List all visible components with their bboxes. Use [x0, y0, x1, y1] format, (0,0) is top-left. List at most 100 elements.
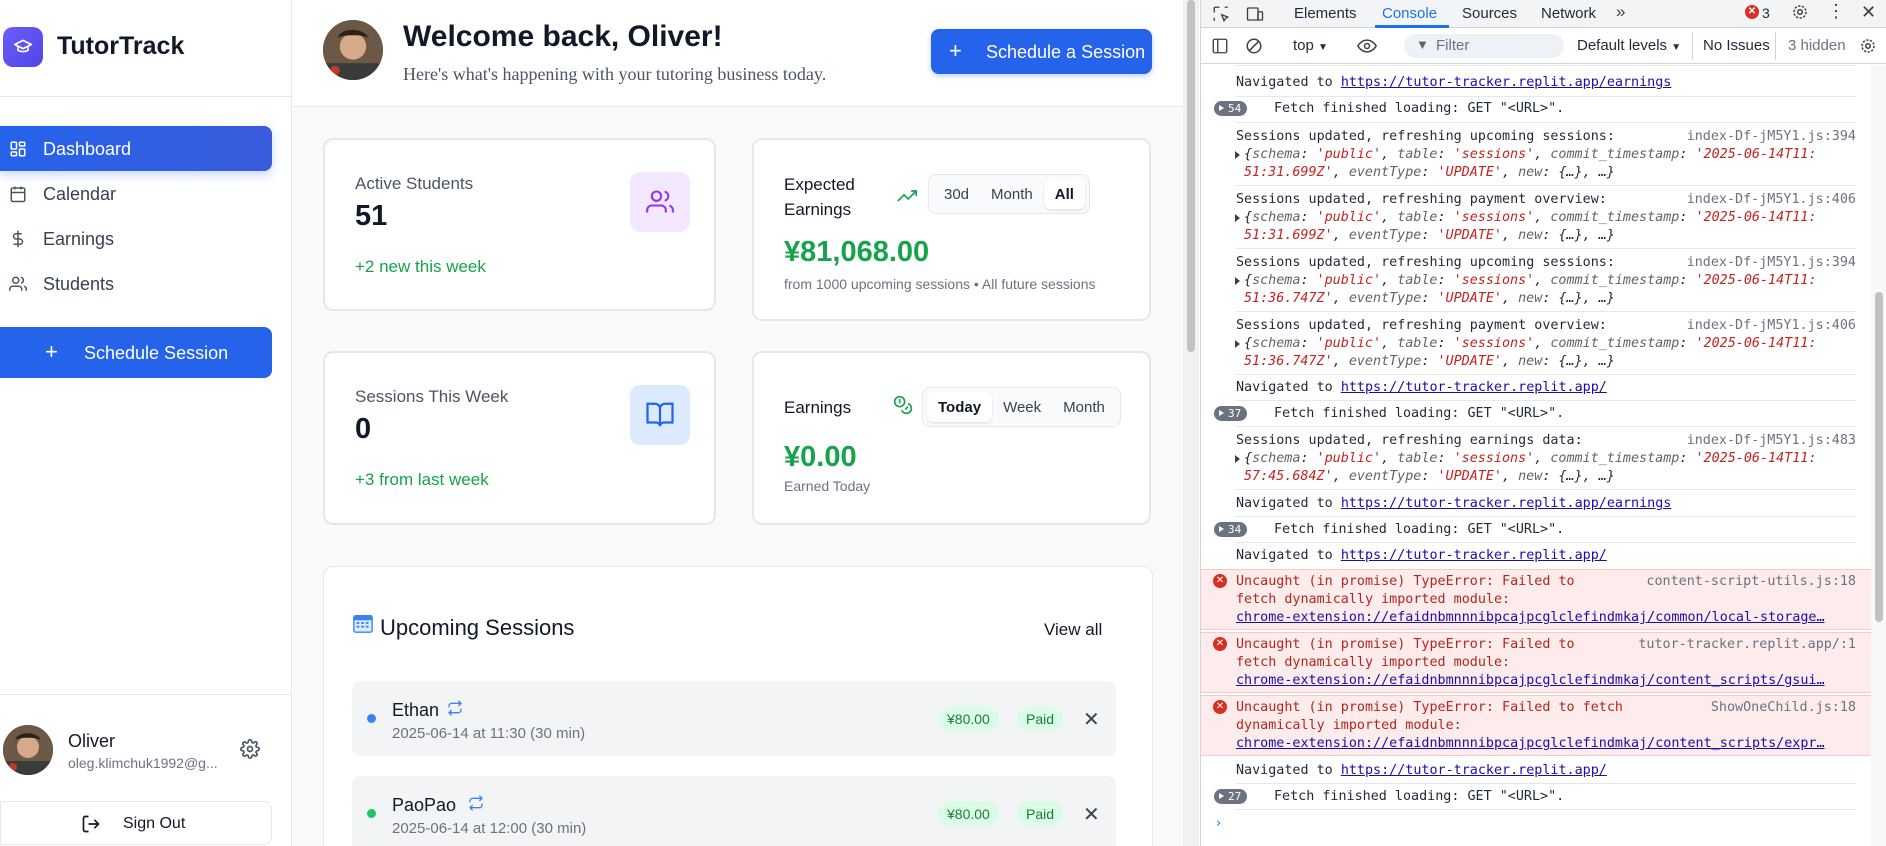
- divider: [1236, 185, 1856, 186]
- console-settings-icon[interactable]: [1859, 37, 1877, 59]
- sidebar-item-label: Calendar: [43, 184, 117, 204]
- nav-url[interactable]: https://tutor-tracker.replit.app/earning…: [1341, 496, 1672, 511]
- filter-icon: ▼: [1416, 37, 1429, 52]
- stat-label: Active Students: [355, 174, 474, 193]
- period-today[interactable]: Today: [927, 392, 993, 422]
- eye-icon[interactable]: [1356, 36, 1378, 60]
- divider: [1775, 32, 1776, 60]
- sidebar-item-earnings[interactable]: Earnings: [0, 216, 272, 261]
- sign-out-button[interactable]: Sign Out: [0, 801, 272, 845]
- main-scrollbar[interactable]: [1183, 0, 1199, 846]
- log-levels-value: Default levels: [1577, 37, 1668, 54]
- repeat-count-badge[interactable]: 27: [1214, 789, 1248, 804]
- stat-value: 51: [355, 200, 388, 232]
- book-open-icon: [630, 385, 690, 445]
- schedule-session-button[interactable]: + Schedule Session: [0, 327, 272, 378]
- avatar[interactable]: [3, 725, 53, 775]
- log-source[interactable]: index-Df-jM5Y1.js:394: [1687, 254, 1856, 272]
- view-all-link[interactable]: View all: [1044, 620, 1102, 640]
- error-link[interactable]: chrome-extension://efaidnbmnnnibpcajpcgl…: [1236, 609, 1856, 627]
- status-dot: [367, 714, 376, 723]
- repeat-count-badge[interactable]: 34: [1214, 522, 1248, 537]
- fetch-message: Fetch finished loading: GET "<URL>".: [1274, 101, 1565, 116]
- tab-console[interactable]: Console: [1382, 5, 1437, 22]
- context-select[interactable]: top ▼: [1293, 37, 1328, 54]
- more-tabs-icon[interactable]: »: [1616, 2, 1625, 22]
- nav-url[interactable]: https://tutor-tracker.replit.app/: [1341, 763, 1607, 778]
- period-30d[interactable]: 30d: [933, 179, 980, 209]
- error-text: Uncaught (in promise) TypeError: Failed …: [1236, 574, 1575, 589]
- period-week[interactable]: Week: [992, 392, 1052, 422]
- console-prompt-icon[interactable]: ›: [1216, 815, 1221, 833]
- obj-key: schema: [1252, 273, 1301, 288]
- nav-url[interactable]: https://tutor-tracker.replit.app/: [1341, 380, 1607, 395]
- tab-elements[interactable]: Elements: [1294, 5, 1357, 22]
- log-source[interactable]: ShowOneChild.js:18: [1711, 699, 1856, 717]
- user-profile: Oliver oleg.klimchuk1992@g... Sign Out: [0, 694, 292, 846]
- log-source[interactable]: content-script-utils.js:18: [1646, 573, 1856, 591]
- sidebar-item-calendar[interactable]: Calendar: [0, 171, 272, 216]
- expand-triangle-icon[interactable]: [1235, 214, 1240, 222]
- console-scrollbar-thumb[interactable]: [1875, 292, 1883, 622]
- period-all[interactable]: All: [1043, 179, 1085, 209]
- log-source[interactable]: index-Df-jM5Y1.js:483: [1687, 432, 1856, 450]
- graduation-cap-icon[interactable]: [3, 27, 43, 67]
- close-icon[interactable]: ✕: [1083, 802, 1100, 827]
- error-icon[interactable]: ✕: [1745, 5, 1759, 19]
- nav-url[interactable]: https://tutor-tracker.replit.app/earning…: [1341, 75, 1672, 90]
- obj-key: schema: [1252, 451, 1301, 466]
- expand-triangle-icon[interactable]: [1235, 455, 1240, 463]
- expand-triangle-icon[interactable]: [1235, 340, 1240, 348]
- error-link[interactable]: chrome-extension://efaidnbmnnnibpcajpcgl…: [1236, 735, 1856, 753]
- sidebar-item-students[interactable]: Students: [0, 261, 272, 306]
- issues-count[interactable]: No Issues: [1703, 37, 1770, 54]
- device-toolbar-icon[interactable]: [1245, 5, 1265, 27]
- sidebar-item-dashboard[interactable]: Dashboard: [0, 126, 272, 171]
- log-source[interactable]: index-Df-jM5Y1.js:406: [1687, 191, 1856, 209]
- filter-input[interactable]: ▼ Filter: [1404, 34, 1564, 58]
- schedule-a-session-button[interactable]: + Schedule a Session: [931, 29, 1152, 74]
- tab-network[interactable]: Network: [1541, 5, 1596, 22]
- expand-triangle-icon[interactable]: [1235, 277, 1240, 285]
- page-title: Welcome back, Oliver!: [403, 20, 723, 53]
- chevron-down-icon: ▼: [1671, 42, 1682, 53]
- log-source[interactable]: tutor-tracker.replit.app/:1: [1638, 636, 1856, 654]
- period-month[interactable]: Month: [980, 179, 1044, 209]
- tab-sources[interactable]: Sources: [1462, 5, 1517, 22]
- brand: TutorTrack: [0, 0, 292, 97]
- repeat-count-badge[interactable]: 54: [1214, 101, 1248, 116]
- inspect-element-icon[interactable]: [1212, 5, 1230, 27]
- kebab-menu-icon[interactable]: ⋮: [1827, 1, 1845, 22]
- console-log: Navigated to https://tutor-tracker.repli…: [1201, 65, 1871, 846]
- close-devtools-icon[interactable]: ✕: [1861, 2, 1876, 23]
- error-text: fetch dynamically imported module:: [1236, 592, 1511, 607]
- expand-triangle-icon[interactable]: [1235, 151, 1240, 159]
- obj-val: 'UPDATE': [1437, 165, 1503, 180]
- session-row[interactable]: PaoPao 2025-06-14 at 12:00 (30 min) ¥80.…: [352, 776, 1116, 846]
- gear-icon[interactable]: [240, 739, 262, 761]
- log-source[interactable]: index-Df-jM5Y1.js:406: [1687, 317, 1856, 335]
- nav-url[interactable]: https://tutor-tracker.replit.app/: [1341, 548, 1607, 563]
- repeat-count-badge[interactable]: 37: [1214, 406, 1248, 421]
- main-scrollbar-thumb[interactable]: [1187, 0, 1195, 352]
- earnings-sub: Earned Today: [784, 478, 871, 494]
- card-title: Earnings: [784, 398, 852, 417]
- log-source[interactable]: index-Df-jM5Y1.js:394: [1687, 128, 1856, 146]
- divider: [1236, 489, 1856, 490]
- obj-val: {…}, …}: [1558, 354, 1615, 369]
- error-count[interactable]: 3: [1762, 5, 1770, 21]
- error-link[interactable]: chrome-extension://efaidnbmnnnibpcajpcgl…: [1236, 672, 1856, 690]
- log-levels-select[interactable]: Default levels ▼: [1577, 37, 1681, 54]
- calendar-icon: [352, 612, 374, 639]
- sidebar-toggle-icon[interactable]: [1211, 37, 1229, 59]
- obj-key: schema: [1252, 336, 1301, 351]
- brand-name[interactable]: TutorTrack: [57, 32, 184, 61]
- settings-gear-icon[interactable]: [1791, 3, 1809, 25]
- clear-console-icon[interactable]: [1245, 37, 1263, 59]
- object-preview: 51:31.699Z', eventType: 'UPDATE', new: {…: [1244, 165, 1615, 180]
- period-month[interactable]: Month: [1052, 392, 1116, 422]
- close-icon[interactable]: ✕: [1083, 707, 1100, 732]
- session-row[interactable]: Ethan 2025-06-14 at 11:30 (30 min) ¥80.0…: [352, 681, 1116, 756]
- obj-key: new: [1518, 354, 1543, 369]
- console-scrollbar[interactable]: [1871, 65, 1886, 846]
